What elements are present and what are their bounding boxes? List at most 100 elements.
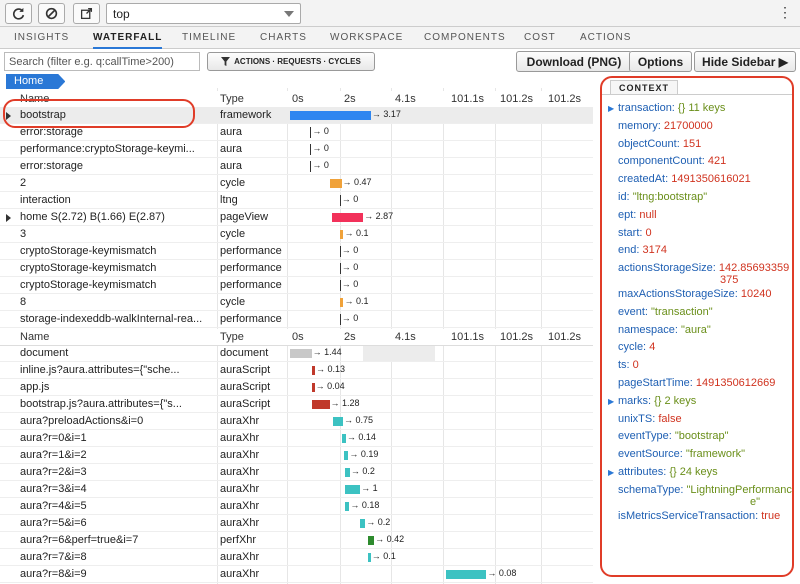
row-type: cycle xyxy=(220,296,246,308)
row-type: aura xyxy=(220,126,243,138)
filter-button[interactable]: ACTIONS · REQUESTS · CYCLES xyxy=(207,52,375,71)
table-row[interactable]: bootstrap.js?aura.attributes={"s... auraS… xyxy=(0,396,593,413)
table-row[interactable]: home S(2.72) B(1.66) E(2.87) pageView → 2.… xyxy=(0,209,593,226)
timeline-header-4: 101.2s xyxy=(500,331,534,343)
duration-label: → 0 xyxy=(341,262,359,272)
table-row[interactable]: aura?r=1&i=2 auraXhr → 0.19 xyxy=(0,447,593,464)
context-tab[interactable]: CONTEXT xyxy=(610,80,679,94)
timeline-header-5: 101.2s xyxy=(548,93,582,105)
popout-button[interactable] xyxy=(73,3,100,24)
table-row[interactable]: performance:cryptoStorage-keymi... aura → … xyxy=(0,141,593,158)
context-key: cycle: xyxy=(618,341,650,354)
table-row[interactable]: 8 cycle → 0.1 xyxy=(0,294,593,311)
clear-button[interactable] xyxy=(38,3,65,24)
table-row[interactable]: aura?r=3&i=4 auraXhr → 1 xyxy=(0,481,593,498)
tab-waterfall[interactable]: WATERFALL xyxy=(93,27,163,49)
row-type: auraXhr xyxy=(220,500,260,512)
row-type: performance xyxy=(220,262,282,274)
table-row[interactable]: aura?r=7&i=8 auraXhr → 0.1 xyxy=(0,549,593,566)
duration-label: → 0.75 xyxy=(344,415,374,425)
table-row[interactable]: cryptoStorage-keymismatch performance → 0 xyxy=(0,243,593,260)
context-key: start: xyxy=(618,226,646,239)
table-row[interactable]: cryptoStorage-keymismatch performance → 0 xyxy=(0,260,593,277)
row-name: interaction xyxy=(20,194,71,206)
row-name: aura?r=0&i=1 xyxy=(20,432,87,444)
duration-bar xyxy=(340,298,344,307)
context-value: {} 2 keys xyxy=(654,394,697,407)
context-entry: pageStartTime: 1491350612669 xyxy=(608,377,775,389)
duration-label: → 0.08 xyxy=(487,568,517,578)
expand-triangle-icon[interactable] xyxy=(6,214,11,222)
row-name: aura?r=6&perf=true&i=7 xyxy=(20,534,139,546)
action-bar: ACTIONS · REQUESTS · CYCLES Download (PN… xyxy=(0,49,800,73)
duration-bar xyxy=(367,553,371,562)
external-link-icon xyxy=(80,7,93,20)
table-row[interactable]: cryptoStorage-keymismatch performance → 0 xyxy=(0,277,593,294)
context-value: "ltng:bootstrap" xyxy=(632,191,708,203)
tab-cost[interactable]: COST xyxy=(524,27,556,49)
column-header-type[interactable]: Type xyxy=(220,331,244,343)
context-entry[interactable]: ▶ marks: {} 2 keys xyxy=(608,395,696,408)
tab-timeline[interactable]: TIMELINE xyxy=(182,27,236,49)
duration-label: → 0.47 xyxy=(342,177,372,187)
context-entry: actionsStorageSize: 142.85693359 xyxy=(608,262,789,274)
tab-charts[interactable]: CHARTS xyxy=(260,27,307,49)
row-name: cryptoStorage-keymismatch xyxy=(20,245,157,257)
column-header-name[interactable]: Name xyxy=(20,331,49,343)
context-entry[interactable]: ▶ attributes: {} 24 keys xyxy=(608,466,718,479)
tab-workspace[interactable]: WORKSPACE xyxy=(330,27,403,49)
expand-triangle-icon[interactable]: ▶ xyxy=(608,103,618,115)
table-row[interactable]: storage-indexeddb-walkInternal-rea... per… xyxy=(0,311,593,328)
table-row[interactable]: aura?r=5&i=6 auraXhr → 0.2 xyxy=(0,515,593,532)
duration-label: → 1.44 xyxy=(312,347,342,357)
column-header-type[interactable]: Type xyxy=(220,93,244,105)
table-row[interactable]: aura?r=8&i=9 auraXhr → 0.08 xyxy=(0,566,593,583)
refresh-button[interactable] xyxy=(5,3,32,24)
table-row[interactable]: aura?r=4&i=5 auraXhr → 0.18 xyxy=(0,498,593,515)
context-key: isMetricsServiceTransaction: xyxy=(618,509,762,522)
row-type: auraXhr xyxy=(220,517,260,529)
table-row[interactable]: aura?r=0&i=1 auraXhr → 0.14 xyxy=(0,430,593,447)
table-row[interactable]: interaction ltng → 0 xyxy=(0,192,593,209)
duration-tick xyxy=(310,127,312,138)
row-type: performance xyxy=(220,313,282,325)
tab-insights[interactable]: INSIGHTS xyxy=(14,27,69,49)
duration-bar xyxy=(360,519,366,528)
tab-actions[interactable]: ACTIONS xyxy=(580,27,631,49)
timeline-header-2: 4.1s xyxy=(395,331,416,343)
row-type: auraXhr xyxy=(220,483,260,495)
context-select[interactable]: top xyxy=(106,3,301,24)
table-row[interactable]: 3 cycle → 0.1 xyxy=(0,226,593,243)
row-type: perfXhr xyxy=(220,534,257,546)
table-row[interactable]: error:storage aura → 0 xyxy=(0,158,593,175)
table-row[interactable]: app.js auraScript → 0.04 xyxy=(0,379,593,396)
duration-label: → 0 xyxy=(341,245,359,255)
more-menu-icon[interactable]: ⋮ xyxy=(778,4,792,20)
breadcrumb-home[interactable]: Home xyxy=(6,74,66,89)
table-row[interactable]: aura?r=6&perf=true&i=7 perfXhr → 0.42 xyxy=(0,532,593,549)
table-row[interactable]: aura?r=2&i=3 auraXhr → 0.2 xyxy=(0,464,593,481)
duration-bar xyxy=(367,536,375,545)
options-button[interactable]: Options xyxy=(629,51,692,72)
duration-label: → 0.2 xyxy=(350,466,375,476)
row-name: 2 xyxy=(20,177,27,189)
duration-label: → 3.17 xyxy=(371,109,401,119)
download-png-button[interactable]: Download (PNG) xyxy=(516,51,632,72)
duration-label: → 0.13 xyxy=(315,364,346,374)
expand-triangle-icon[interactable]: ▶ xyxy=(608,396,618,408)
table-row[interactable]: 2 cycle → 0.47 xyxy=(0,175,593,192)
search-input[interactable] xyxy=(4,52,200,71)
context-key: ept: xyxy=(618,208,640,221)
table-row[interactable]: document document → 1.44 xyxy=(0,345,593,362)
tab-components[interactable]: COMPONENTS xyxy=(424,27,506,49)
duration-tick xyxy=(339,280,341,291)
duration-bar xyxy=(342,434,346,443)
context-key: eventType: xyxy=(618,430,675,443)
expand-triangle-icon[interactable]: ▶ xyxy=(608,467,618,479)
context-entry[interactable]: ▶ transaction: {} 11 keys xyxy=(608,102,725,115)
row-type: performance xyxy=(220,279,282,291)
table-row[interactable]: inline.js?aura.attributes={"sche... auraS… xyxy=(0,362,593,379)
table-row[interactable]: aura?preloadActions&i=0 auraXhr → 0.75 xyxy=(0,413,593,430)
hide-sidebar-button[interactable]: Hide Sidebar ▶ xyxy=(694,51,796,72)
row-name: cryptoStorage-keymismatch xyxy=(20,279,157,291)
